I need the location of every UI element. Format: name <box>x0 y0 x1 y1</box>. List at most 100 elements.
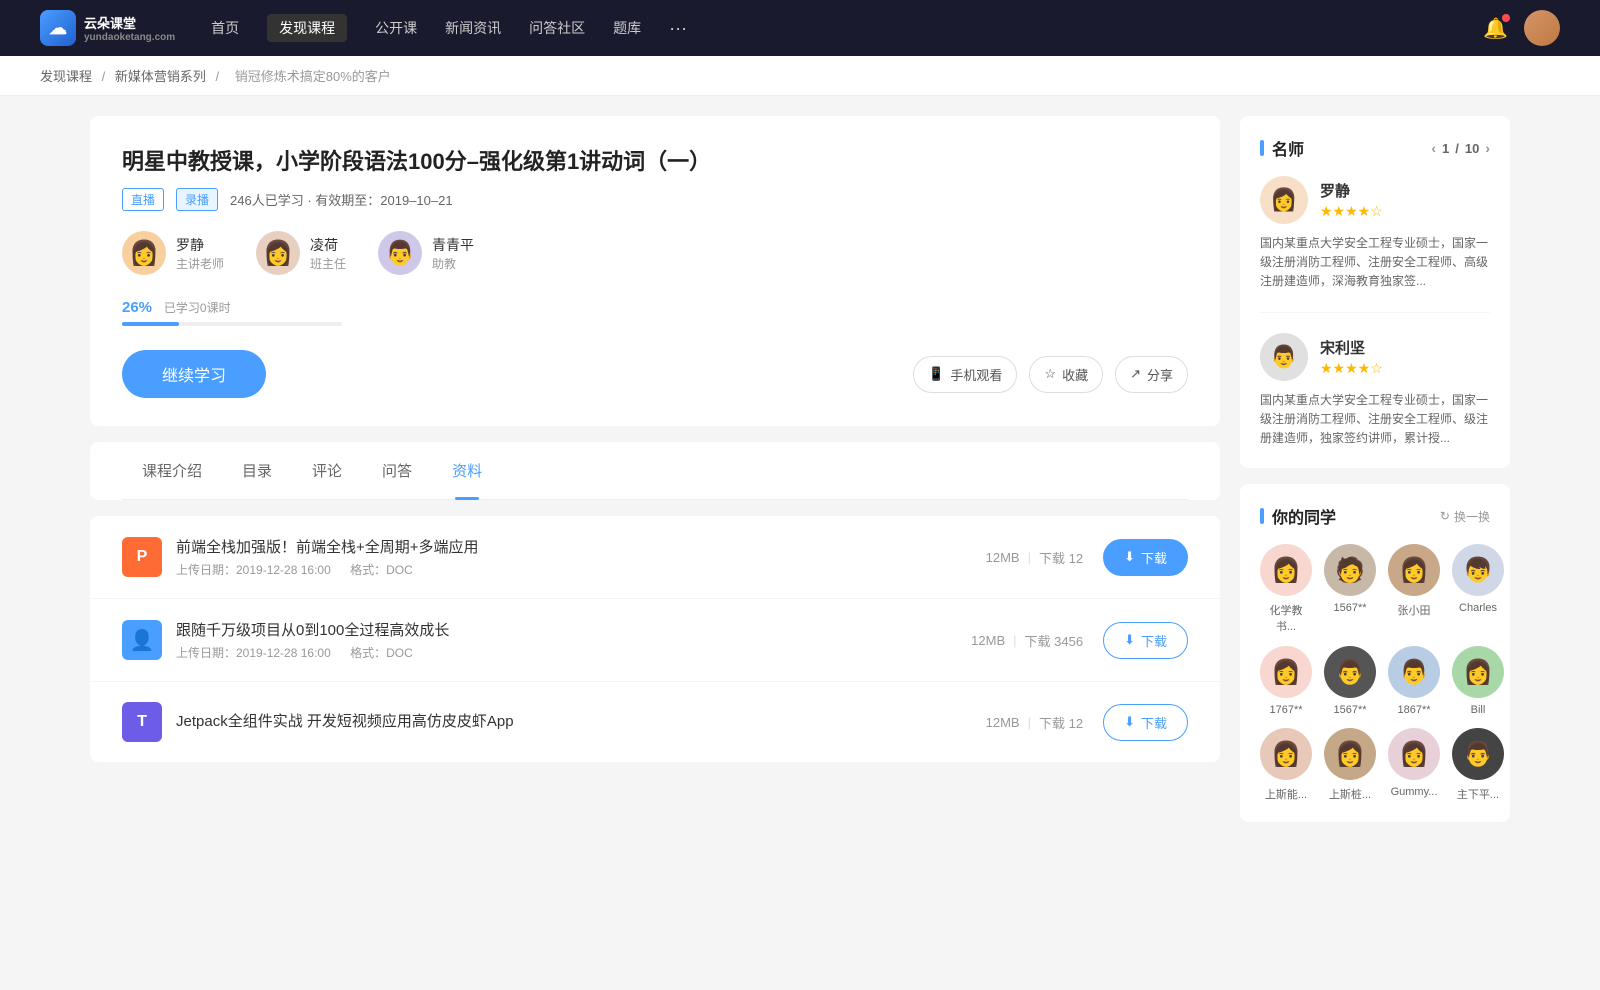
nav-item-home[interactable]: 首页 <box>211 14 239 42</box>
bell-icon[interactable]: 🔔 <box>1483 16 1508 41</box>
classmate-3-name: 张小田 <box>1398 602 1431 618</box>
classmate-1-name: 化学教书... <box>1260 602 1312 634</box>
navbar: ☁ 云朵课堂 yundaoketang.com 首页 发现课程 公开课 新闻资讯… <box>0 0 1600 56</box>
share-button[interactable]: ↗ 分享 <box>1115 356 1188 393</box>
sidebar-teacher-2-stars: ★★★★☆ <box>1320 360 1383 377</box>
nav-item-discover[interactable]: 发现课程 <box>267 14 347 42</box>
classmate-12-name: 主下平... <box>1457 786 1499 802</box>
breadcrumb-series[interactable]: 新媒体营销系列 <box>115 69 206 84</box>
file-downloads-1: 下载 12 <box>1039 548 1083 567</box>
download-icon-2: ⬇ <box>1124 632 1135 648</box>
teacher-2-avatar: 👩 <box>256 231 300 275</box>
mobile-icon: 📱 <box>928 366 944 382</box>
breadcrumb-discover[interactable]: 发现课程 <box>40 69 92 84</box>
classmate-12[interactable]: 👨 主下平... <box>1452 728 1504 802</box>
refresh-icon: ↻ <box>1440 509 1450 523</box>
classmate-8[interactable]: 👩 Bill <box>1452 646 1504 716</box>
classmate-4-avatar: 👦 <box>1452 544 1504 596</box>
tab-intro[interactable]: 课程介绍 <box>122 442 222 499</box>
continue-button[interactable]: 继续学习 <box>122 350 266 398</box>
nav-item-public[interactable]: 公开课 <box>375 14 417 42</box>
collect-label: 收藏 <box>1062 365 1088 384</box>
logo-text: 云朵课堂 yundaoketang.com <box>84 13 175 43</box>
file-stats-1: 12MB | 下载 12 <box>986 548 1083 567</box>
user-avatar[interactable] <box>1524 10 1560 46</box>
course-meta-text: 246人已学习 · 有效期至：2019–10–21 <box>230 190 453 209</box>
classmate-6[interactable]: 👨 1567** <box>1324 646 1376 716</box>
classmate-9[interactable]: 👩 上斯能... <box>1260 728 1312 802</box>
progress-percent: 26% <box>122 299 152 316</box>
classmate-11-name: Gummy... <box>1391 786 1438 798</box>
file-icon-2: 👤 <box>122 620 162 660</box>
sidebar-teacher-2-avatar: 👨 <box>1260 333 1308 381</box>
action-buttons: 📱 手机观看 ☆ 收藏 ↗ 分享 <box>913 356 1188 393</box>
teacher-3: 👨 青青平 助教 <box>378 231 474 275</box>
breadcrumb-current: 销冠修炼术搞定80%的客户 <box>235 69 391 84</box>
classmate-5[interactable]: 👩 1767** <box>1260 646 1312 716</box>
badge-live: 直播 <box>122 188 164 211</box>
logo[interactable]: ☁ 云朵课堂 yundaoketang.com <box>40 10 175 46</box>
file-name-3: Jetpack全组件实战 开发短视频应用高仿皮皮虾App <box>176 710 986 731</box>
page-current: 1 <box>1442 141 1449 156</box>
star-icon: ☆ <box>1044 366 1056 382</box>
download-button-1[interactable]: ⬇ 下载 <box>1103 539 1188 576</box>
mobile-watch-label: 手机观看 <box>950 365 1002 384</box>
left-content: 明星中教授课，小学阶段语法100分–强化级第1讲动词（一） 直播 录播 246人… <box>90 116 1220 838</box>
file-size-2: 12MB <box>971 633 1005 648</box>
tab-review[interactable]: 评论 <box>292 442 362 499</box>
tab-qa[interactable]: 问答 <box>362 442 432 499</box>
collect-button[interactable]: ☆ 收藏 <box>1029 356 1103 393</box>
refresh-label: 换一换 <box>1454 508 1490 525</box>
sidebar-teacher-1-name: 罗静 <box>1320 180 1383 201</box>
nav-item-news[interactable]: 新闻资讯 <box>445 14 501 42</box>
classmate-9-avatar: 👩 <box>1260 728 1312 780</box>
classmate-11[interactable]: 👩 Gummy... <box>1388 728 1440 802</box>
classmate-11-avatar: 👩 <box>1388 728 1440 780</box>
classmate-10[interactable]: 👩 上斯桩... <box>1324 728 1376 802</box>
classmate-8-name: Bill <box>1471 704 1486 716</box>
file-icon-1: P <box>122 537 162 577</box>
mobile-watch-button[interactable]: 📱 手机观看 <box>913 356 1017 393</box>
prev-teacher-btn[interactable]: ‹ <box>1431 140 1436 156</box>
nav-item-qa[interactable]: 问答社区 <box>529 14 585 42</box>
classmate-1[interactable]: 👩 化学教书... <box>1260 544 1312 634</box>
teacher-pagination: ‹ 1/10 › <box>1431 140 1490 156</box>
course-card: 明星中教授课，小学阶段语法100分–强化级第1讲动词（一） 直播 录播 246人… <box>90 116 1220 426</box>
refresh-button[interactable]: ↻ 换一换 <box>1440 508 1490 525</box>
share-icon: ↗ <box>1130 366 1141 382</box>
classmate-6-name: 1567** <box>1333 704 1366 716</box>
progress-bar-fill <box>122 322 179 326</box>
classmates-card: 你的同学 ↻ 换一换 👩 化学教书... 🧑 1567** 👩 <box>1240 484 1510 822</box>
file-item-1: P 前端全栈加强版！前端全栈+全周期+多端应用 上传日期：2019-12-28 … <box>90 516 1220 599</box>
teacher-3-avatar: 👨 <box>378 231 422 275</box>
teacher-2: 👩 凌荷 班主任 <box>256 231 346 275</box>
share-label: 分享 <box>1147 365 1173 384</box>
file-name-1: 前端全栈加强版！前端全栈+全周期+多端应用 <box>176 536 986 557</box>
next-teacher-btn[interactable]: › <box>1485 140 1490 156</box>
file-info-1: 前端全栈加强版！前端全栈+全周期+多端应用 上传日期：2019-12-28 16… <box>176 536 986 578</box>
navbar-left: ☁ 云朵课堂 yundaoketang.com 首页 发现课程 公开课 新闻资讯… <box>40 10 687 46</box>
classmate-7[interactable]: 👨 1867** <box>1388 646 1440 716</box>
classmate-2[interactable]: 🧑 1567** <box>1324 544 1376 634</box>
file-stats-2: 12MB | 下载 3456 <box>971 631 1083 650</box>
classmate-2-name: 1567** <box>1333 602 1366 614</box>
file-size-1: 12MB <box>986 550 1020 565</box>
logo-icon: ☁ <box>40 10 76 46</box>
download-button-3[interactable]: ⬇ 下载 <box>1103 704 1188 741</box>
nav-more[interactable]: ··· <box>669 14 687 43</box>
file-stats-3: 12MB | 下载 12 <box>986 713 1083 732</box>
teacher-3-info: 青青平 助教 <box>432 235 474 272</box>
breadcrumb-sep-2: / <box>216 69 223 84</box>
classmate-12-avatar: 👨 <box>1452 728 1504 780</box>
nav-item-exam[interactable]: 题库 <box>613 14 641 42</box>
tab-materials[interactable]: 资料 <box>432 442 502 499</box>
file-info-3: Jetpack全组件实战 开发短视频应用高仿皮皮虾App <box>176 710 986 735</box>
classmate-4[interactable]: 👦 Charles <box>1452 544 1504 634</box>
file-item-3: T Jetpack全组件实战 开发短视频应用高仿皮皮虾App 12MB | 下载… <box>90 682 1220 762</box>
right-sidebar: 名师 ‹ 1/10 › 👩 罗静 ★★★★☆ 国内某重点大学安全工程专业硕士，国… <box>1240 116 1510 838</box>
file-info-2: 跟随千万级项目从0到100全过程高效成长 上传日期：2019-12-28 16:… <box>176 619 971 661</box>
classmate-3[interactable]: 👩 张小田 <box>1388 544 1440 634</box>
tab-catalog[interactable]: 目录 <box>222 442 292 499</box>
download-button-2[interactable]: ⬇ 下载 <box>1103 622 1188 659</box>
progress-section: 26% 已学习0课时 <box>122 299 1188 326</box>
